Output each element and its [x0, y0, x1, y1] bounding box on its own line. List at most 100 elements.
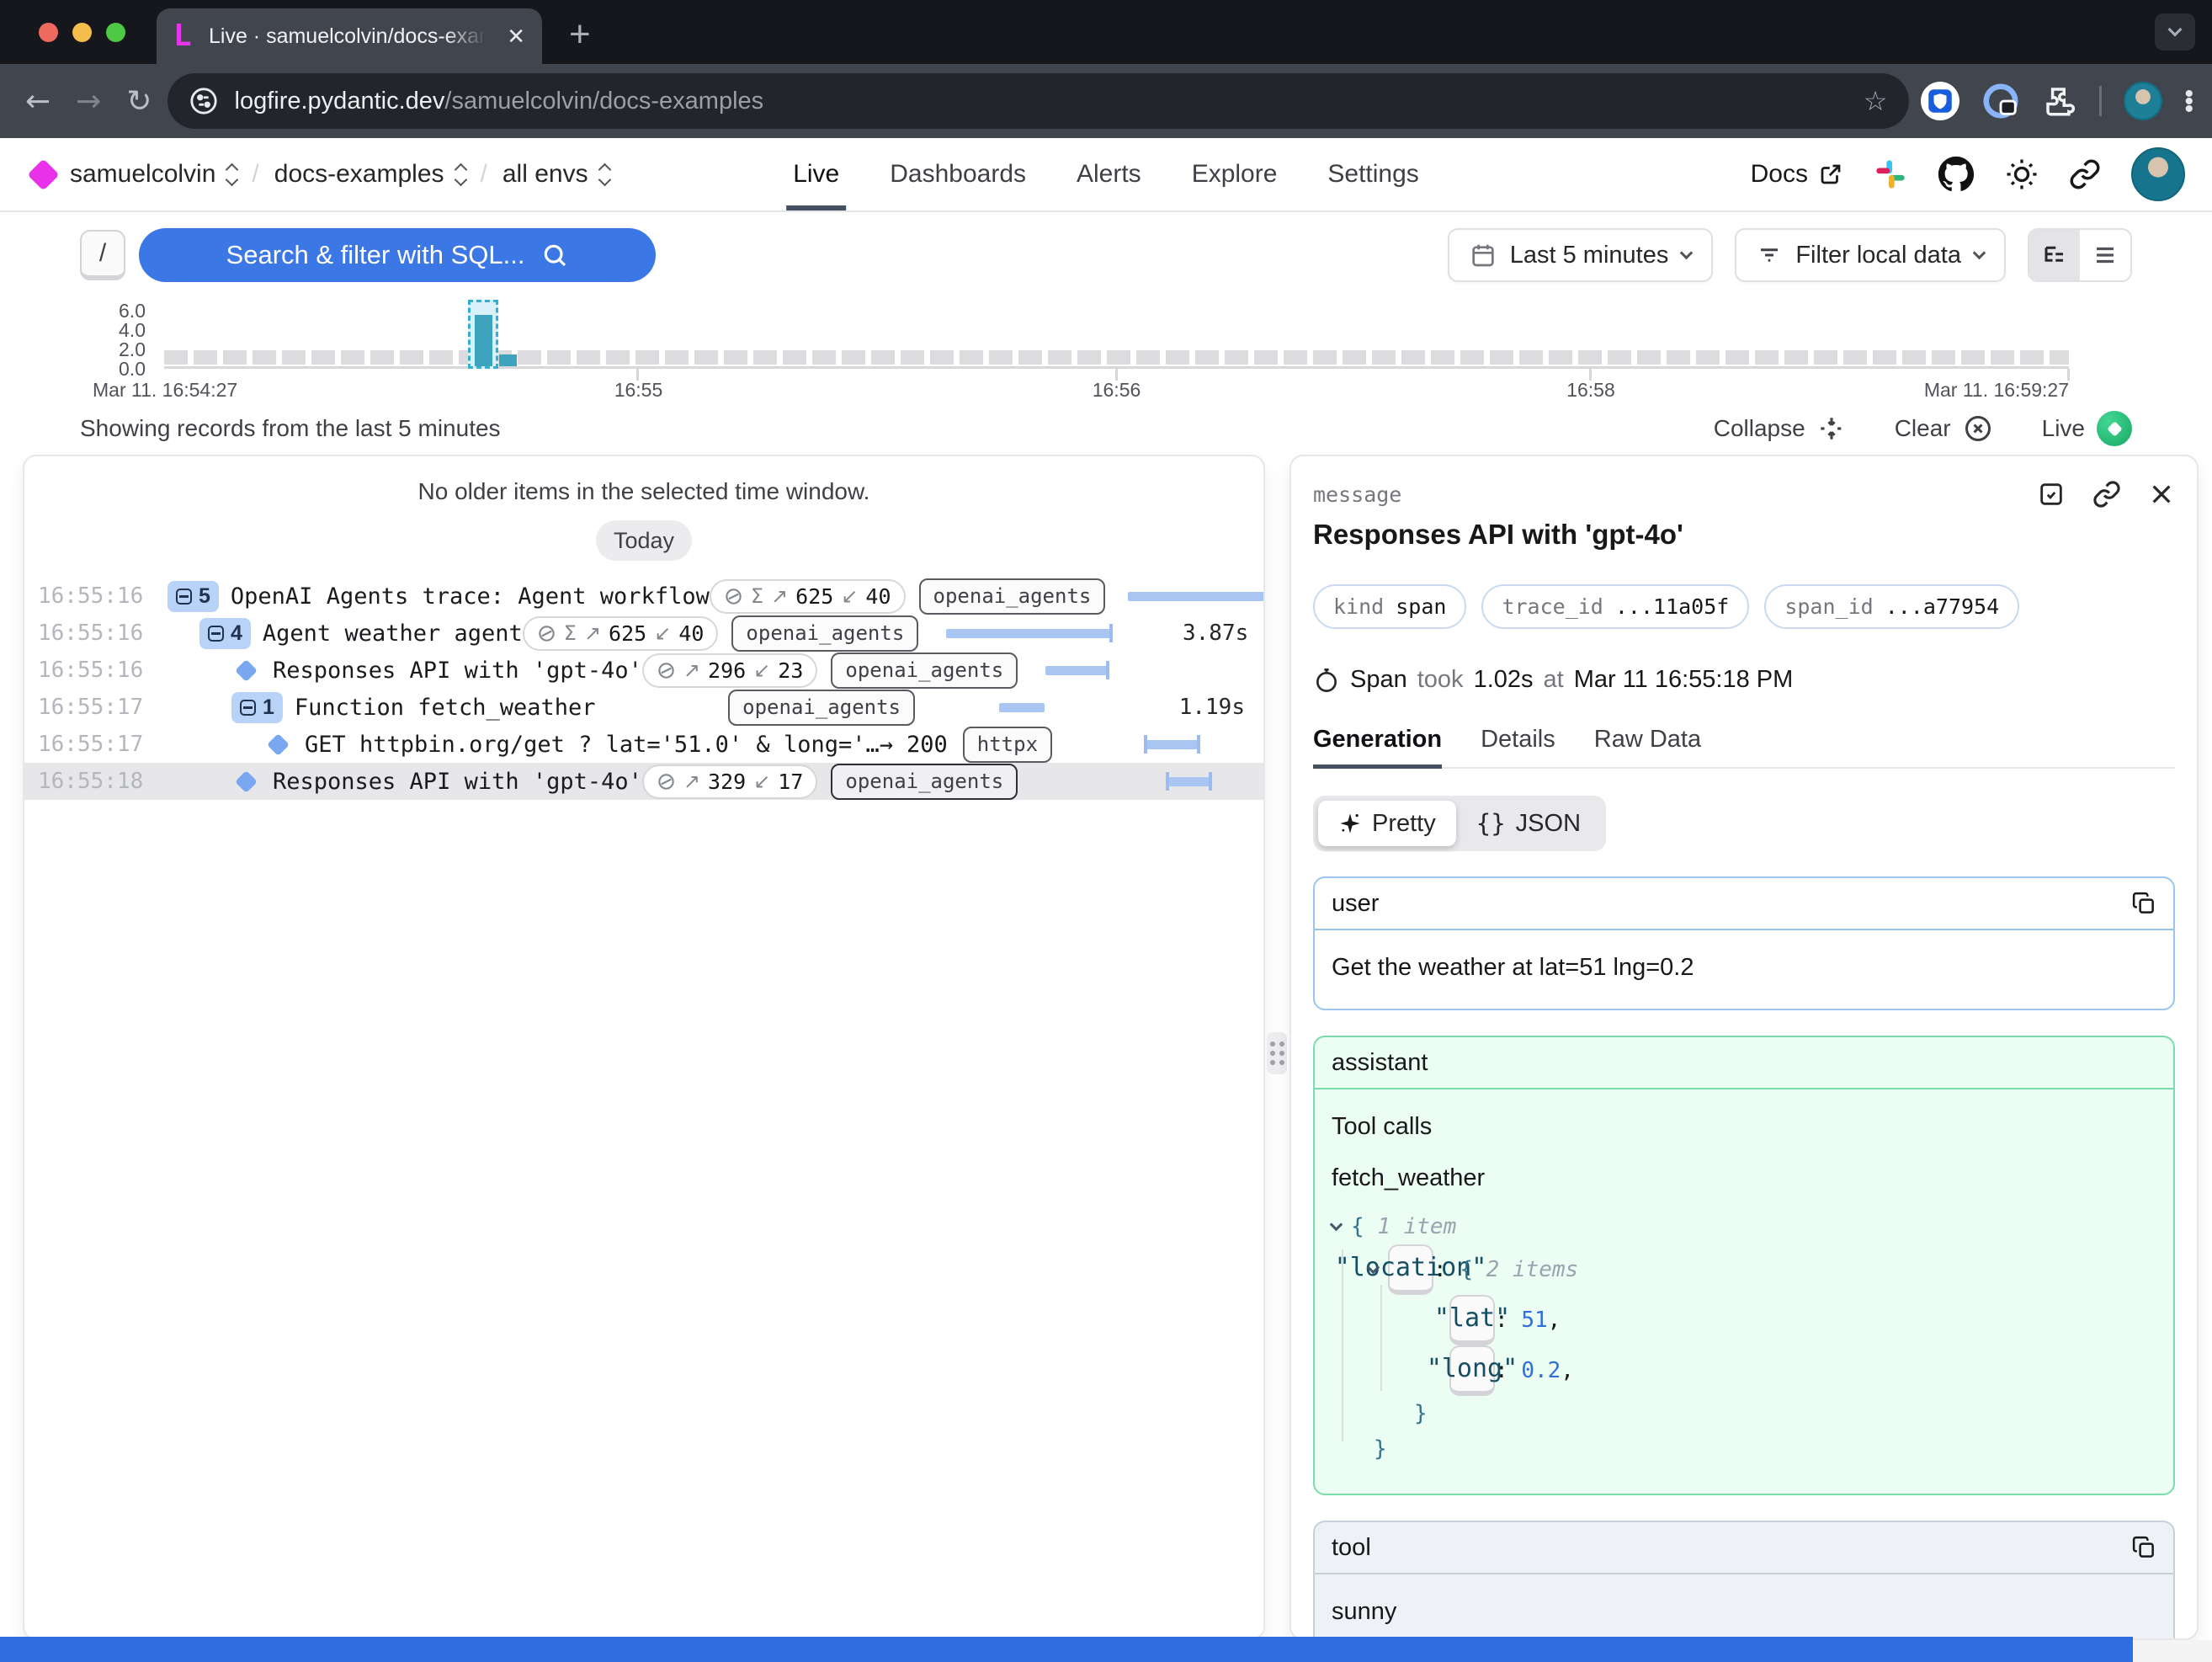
duration-bar-track [1036, 763, 1248, 800]
toggle-json[interactable]: {} JSON [1456, 801, 1601, 846]
breadcrumb-separator: / [481, 160, 487, 189]
link-icon[interactable] [2092, 480, 2121, 509]
scope-tag[interactable]: openai_agents [731, 615, 918, 652]
stopwatch-icon [1313, 667, 1340, 694]
back-icon[interactable]: ← [25, 84, 51, 119]
scope-tag[interactable]: openai_agents [831, 653, 1018, 689]
site-info-icon[interactable] [189, 87, 218, 115]
new-tab-button[interactable]: + [569, 13, 591, 56]
trace-row[interactable]: 16:55:18Responses API with 'gpt-4o'↗329↙… [24, 763, 1263, 800]
breadcrumb-env[interactable]: all envs [502, 160, 609, 189]
browser-tab[interactable]: L Live · samuelcolvin/docs-exam ✕ [157, 8, 542, 64]
nav-item-alerts[interactable]: Alerts [1077, 138, 1141, 210]
privacy-extension-icon[interactable] [1981, 82, 2020, 120]
trace-row[interactable]: 16:55:16Responses API with 'gpt-4o'↗296↙… [24, 652, 1263, 689]
list-view-button[interactable] [2080, 230, 2130, 280]
collapse-badge[interactable]: 5 [167, 581, 219, 612]
breadcrumb-separator: / [252, 160, 258, 189]
clear-button[interactable]: Clear [1895, 413, 1993, 444]
breadcrumb-project[interactable]: docs-examples [274, 160, 465, 189]
pretty-json-toggle: Pretty {} JSON [1313, 796, 1606, 851]
filter-local-data-button[interactable]: Filter local data [1735, 228, 2006, 282]
trace-row-time: 16:55:18 [38, 769, 146, 794]
user-avatar[interactable] [2131, 147, 2185, 201]
token-coin-icon [537, 624, 556, 643]
updown-chevron-icon [227, 165, 237, 184]
tree-view-button[interactable] [2029, 230, 2080, 280]
span-name: GET httpbin.org/get ? lat='51.0' & long=… [305, 732, 880, 758]
close-icon[interactable] [2148, 481, 2175, 508]
copy-icon[interactable] [2131, 1535, 2156, 1560]
took-duration: 1.02s [1474, 666, 1534, 694]
share-link-icon[interactable] [2069, 158, 2101, 190]
time-range-label: Last 5 minutes [1510, 242, 1669, 269]
collapse-button[interactable]: Collapse [1714, 414, 1846, 443]
duration-bar [946, 629, 1113, 638]
scope-tag[interactable]: httpx [963, 727, 1052, 763]
toggle-pretty[interactable]: Pretty [1318, 801, 1456, 846]
nav-item-live[interactable]: Live [793, 138, 839, 210]
collapse-label: Collapse [1714, 415, 1805, 442]
zoom-window-button[interactable] [106, 23, 125, 42]
browser-profile-avatar[interactable] [2124, 82, 2162, 120]
extensions-puzzle-icon[interactable] [2042, 83, 2077, 119]
scope-tag[interactable]: openai_agents [919, 578, 1106, 615]
slack-icon[interactable] [1874, 157, 1907, 191]
scope-tag[interactable]: openai_agents [831, 764, 1018, 800]
json-line: } [1332, 1431, 2156, 1467]
trace-row[interactable]: 16:55:164Agent weather agentΣ↗625↙40open… [24, 615, 1263, 652]
x-tick-label: 16:56 [1093, 379, 1141, 402]
theme-sun-icon[interactable] [2005, 157, 2039, 191]
forward-icon[interactable]: → [76, 84, 101, 119]
search-button[interactable]: Search & filter with SQL... [139, 228, 656, 282]
github-icon[interactable] [1938, 156, 1975, 193]
collapse-badge[interactable]: 4 [199, 618, 251, 649]
nav-item-settings[interactable]: Settings [1327, 138, 1418, 210]
trace-row[interactable]: 16:55:171Function fetch_weatheropenai_ag… [24, 689, 1263, 726]
tab-generation[interactable]: Generation [1313, 726, 1442, 767]
collapse-badge[interactable]: 1 [231, 692, 283, 723]
json-token: : [1433, 1252, 1460, 1287]
tab-close-icon[interactable]: ✕ [507, 24, 525, 50]
http-status: →200 [880, 732, 948, 758]
duration-bar-track [1071, 726, 1265, 763]
toggle-label: JSON [1516, 810, 1581, 838]
trace-list-panel: No older items in the selected time wind… [23, 455, 1265, 1640]
nav-item-explore[interactable]: Explore [1192, 138, 1278, 210]
updown-chevron-icon [456, 165, 465, 184]
chevron-down-icon [1973, 246, 1986, 259]
records-histogram[interactable]: 6.04.02.00.0 Mar 11. 16:54:2716:5516:561… [80, 296, 2069, 408]
docs-link[interactable]: Docs [1751, 160, 1843, 189]
filter-label: Filter local data [1795, 242, 1961, 269]
close-window-button[interactable] [39, 23, 58, 42]
tab-details[interactable]: Details [1481, 726, 1555, 767]
scrubber-check-icon[interactable] [2037, 480, 2066, 509]
span-duration-line: Span took 1.02s at Mar 11 16:55:18 PM [1313, 666, 2175, 694]
output-tokens: 40 [678, 621, 704, 646]
live-toggle[interactable]: Live [2042, 411, 2132, 446]
input-tokens: 625 [795, 584, 833, 609]
braces-icon: {} [1476, 809, 1506, 838]
breadcrumb-org[interactable]: samuelcolvin [70, 160, 237, 189]
message-role-header: tool [1315, 1522, 2173, 1574]
token-usage-pill: ↗296↙23 [642, 653, 817, 688]
tab-search-button[interactable] [2155, 13, 2195, 51]
address-bar[interactable]: logfire.pydantic.dev/samuelcolvin/docs-e… [167, 73, 1910, 129]
bookmark-star-icon[interactable]: ☆ [1864, 85, 1888, 117]
panel-resize-handle[interactable] [1267, 1032, 1287, 1074]
time-range-button[interactable]: Last 5 minutes [1448, 228, 1714, 282]
copy-icon[interactable] [2131, 891, 2156, 916]
nav-item-dashboards[interactable]: Dashboards [890, 138, 1026, 210]
bitwarden-extension-icon[interactable] [1921, 82, 1959, 120]
minimize-window-button[interactable] [72, 23, 92, 42]
browser-menu-icon[interactable]: ••• [2184, 90, 2193, 113]
trace-row-time: 16:55:16 [38, 658, 146, 683]
filter-icon [1757, 242, 1782, 268]
reload-icon[interactable]: ↻ [126, 84, 152, 119]
y-tick-label: 0.0 [80, 358, 146, 381]
chevron-down-icon[interactable] [1330, 1217, 1343, 1231]
trace-row[interactable]: 16:55:165OpenAI Agents trace: Agent work… [24, 578, 1263, 615]
scope-tag[interactable]: openai_agents [728, 690, 915, 726]
tab-raw-data[interactable]: Raw Data [1594, 726, 1701, 767]
trace-row[interactable]: 16:55:17GET httpbin.org/get ? lat='51.0'… [24, 726, 1263, 763]
